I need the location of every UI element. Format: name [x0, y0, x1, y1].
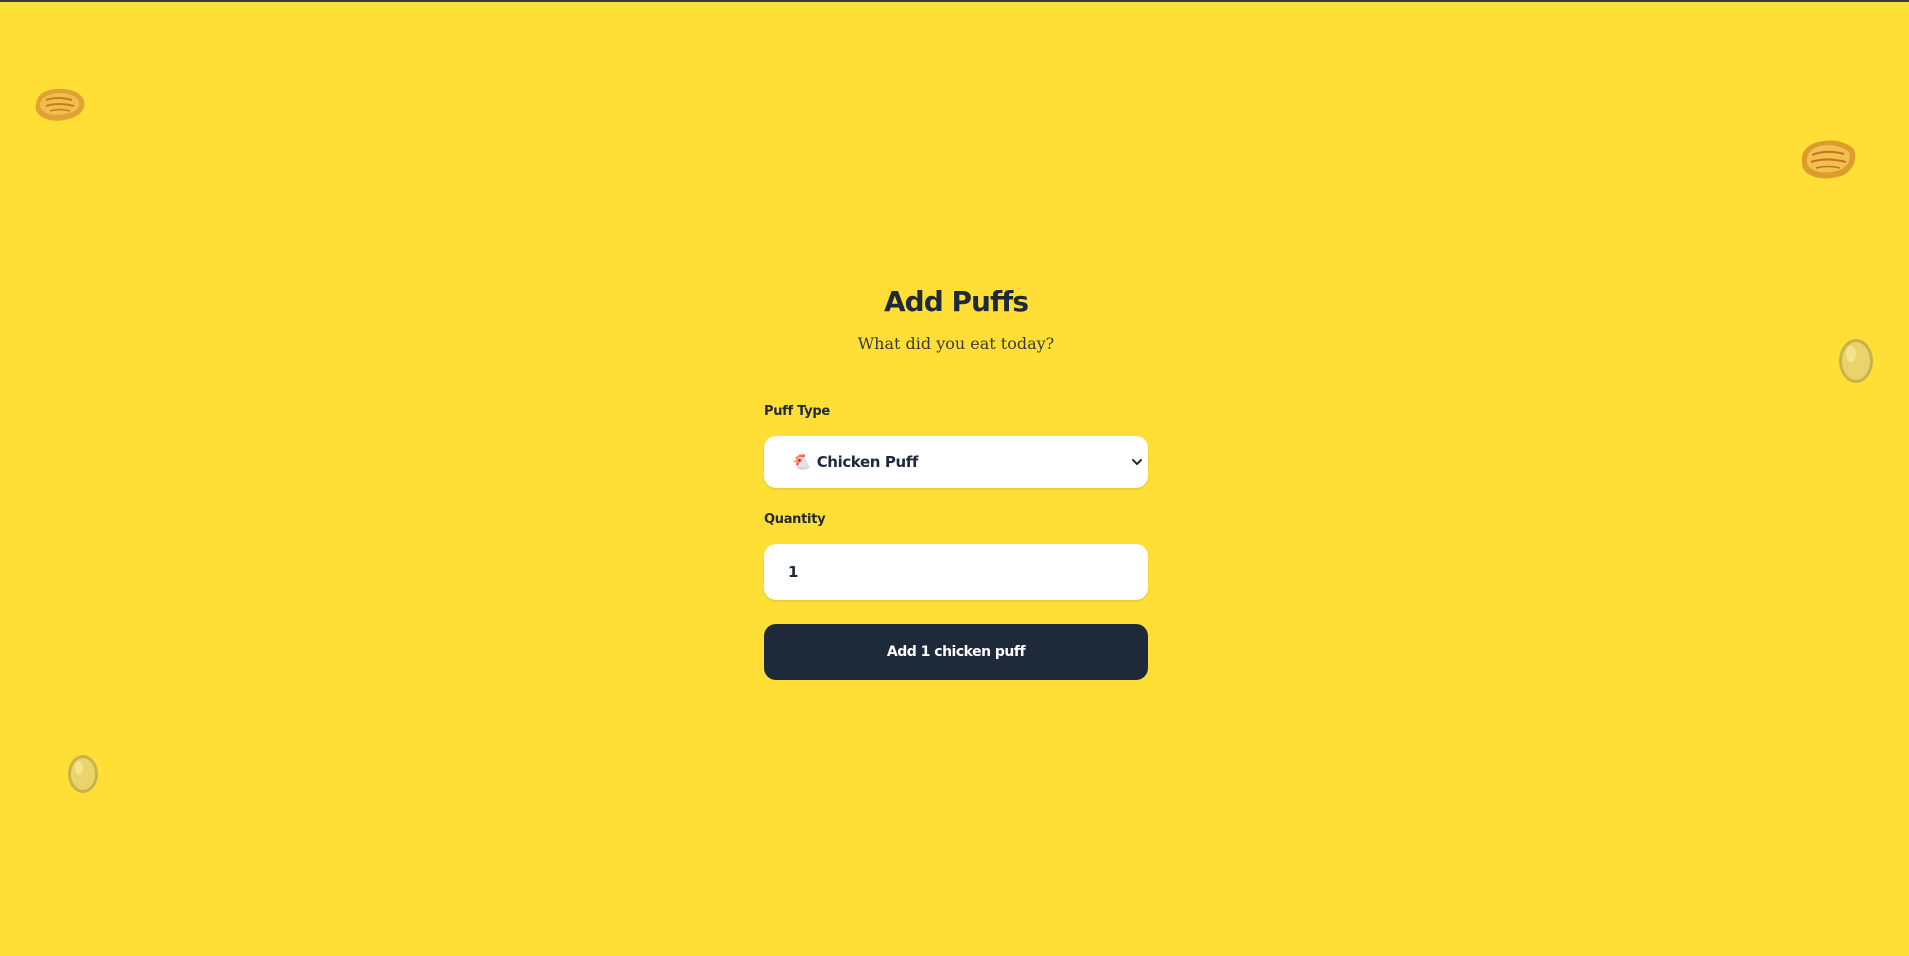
puff-pastry-icon: [32, 84, 88, 124]
add-puff-button[interactable]: Add 1 chicken puff: [764, 624, 1148, 680]
quantity-input[interactable]: 1: [764, 544, 1148, 600]
puff-type-label: Puff Type: [764, 404, 830, 419]
puff-type-selected-value: Chicken Puff: [816, 453, 919, 471]
egg-icon: [1836, 335, 1876, 385]
chevron-down-icon: [1130, 454, 1144, 473]
add-puffs-form: Add Puffs What did you eat today? Puff T…: [764, 280, 1148, 680]
quantity-label: Quantity: [764, 512, 826, 527]
puff-type-select[interactable]: 🐔 Chicken Puff: [764, 436, 1148, 488]
page-subtitle: What did you eat today?: [857, 334, 1055, 353]
puff-pastry-icon: [1796, 135, 1860, 183]
chicken-icon: 🐔: [792, 453, 811, 471]
egg-icon: [66, 751, 100, 795]
page-title: Add Puffs: [884, 285, 1029, 318]
